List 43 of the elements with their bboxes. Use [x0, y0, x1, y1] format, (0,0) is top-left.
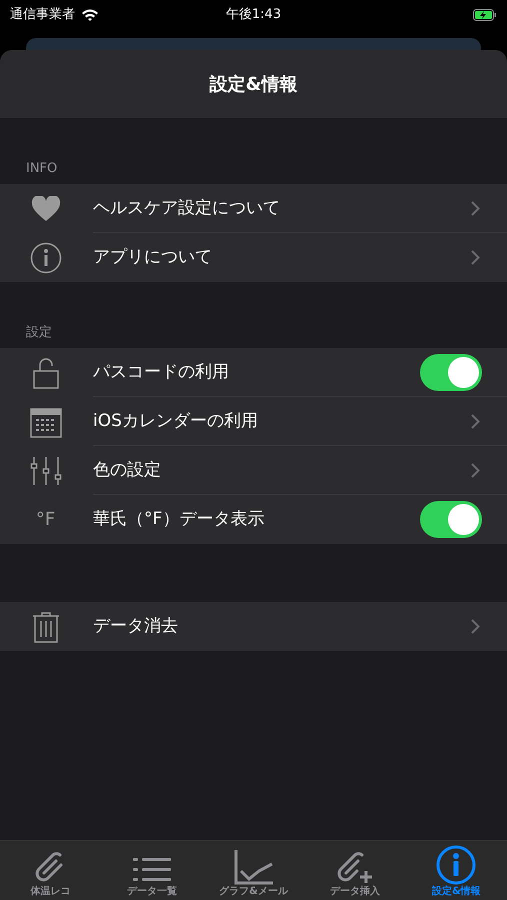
- paperclip-plus-icon: [334, 849, 375, 885]
- info-icon: [30, 242, 62, 274]
- row-label: 華氏（°F）データ表示: [93, 508, 266, 531]
- toggle-switch[interactable]: [420, 501, 482, 538]
- row-label: 色の設定: [93, 458, 162, 482]
- tab-item[interactable]: 設定&情報: [406, 841, 507, 900]
- info-icon: [436, 845, 476, 885]
- line-chart-icon: [234, 849, 274, 885]
- chevron-icon: [471, 463, 480, 478]
- sliders-icon: [30, 456, 62, 486]
- settings-row[interactable]: データ消去: [0, 602, 507, 651]
- chevron-icon: [471, 619, 480, 634]
- chevron-icon: [471, 414, 480, 429]
- unlocked-padlock-icon: [32, 356, 58, 388]
- section-header: 設定: [26, 324, 52, 342]
- settings-row[interactable]: パスコードの利用: [0, 348, 507, 397]
- row-label: パスコードの利用: [93, 360, 230, 384]
- toggle-switch[interactable]: [420, 354, 482, 391]
- chevron-icon: [471, 250, 480, 265]
- tab-item[interactable]: データ挿入: [304, 841, 406, 900]
- tab-item[interactable]: 体温レコ: [0, 841, 102, 900]
- settings-row[interactable]: °F 華氏（°F）データ表示: [0, 495, 507, 544]
- nav-title: 設定&情報: [210, 72, 298, 96]
- fahrenheit-icon: °F: [36, 506, 56, 533]
- tab-item[interactable]: データ一覧: [101, 841, 203, 900]
- settings-row[interactable]: ヘルスケア設定について: [0, 184, 507, 233]
- calendar-icon: [30, 406, 62, 438]
- row-label: ヘルスケア設定について: [93, 196, 281, 220]
- row-label: アプリについて: [93, 246, 213, 269]
- settings-row[interactable]: アプリについて: [0, 233, 507, 282]
- section-header: INFO: [26, 160, 58, 178]
- settings-row[interactable]: 色の設定: [0, 446, 507, 495]
- wifi-icon: [81, 8, 99, 22]
- tab-item[interactable]: グラフ&メール: [202, 841, 304, 900]
- heart-icon: [30, 196, 60, 222]
- battery-icon: [473, 9, 497, 21]
- row-label: iOSカレンダーの利用: [93, 410, 259, 433]
- chevron-icon: [471, 201, 480, 216]
- row-label: データ消去: [93, 614, 179, 638]
- settings-row[interactable]: iOSカレンダーの利用: [0, 397, 507, 446]
- status-time: 午後1:43: [226, 6, 282, 24]
- trash-icon: [32, 610, 60, 642]
- carrier-name: 通信事業者: [10, 6, 75, 24]
